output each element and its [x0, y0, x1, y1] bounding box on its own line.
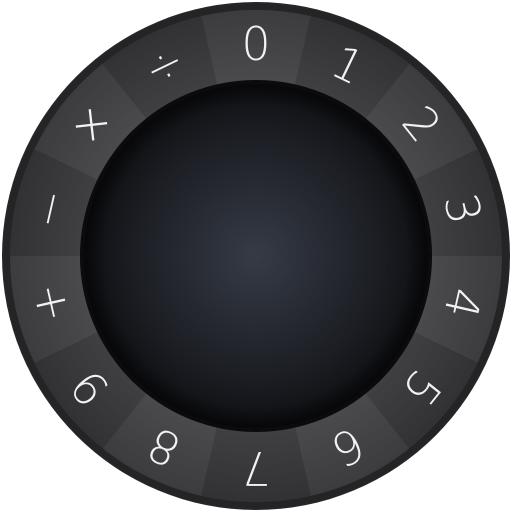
- key-0-label[interactable]: 0: [241, 17, 270, 71]
- key-7-label[interactable]: 7: [241, 441, 270, 495]
- dial-center-inner-shadow: [84, 84, 428, 428]
- dial-graphic: 0 123456789+−×÷: [2, 2, 510, 510]
- rotary-calculator-dial: 0 1 2 3 4 5 6 7 8 9 + − × ÷: [0, 0, 512, 512]
